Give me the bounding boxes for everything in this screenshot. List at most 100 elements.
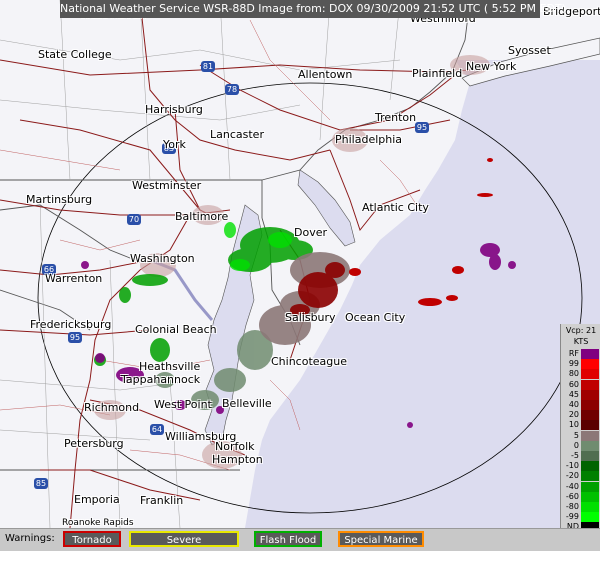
legend-mode: Vcp: 21	[565, 326, 597, 335]
legend-label: 80	[568, 369, 579, 379]
legend-row: -99	[561, 512, 600, 523]
velocity-legend: Vcp: 21 KTS RF 99 80 60 45 40 20 10 5 0 -5 -10 -20 -4…	[560, 324, 600, 533]
legend-row: 5	[561, 430, 600, 441]
legend-swatch	[581, 410, 599, 421]
legend-label: 60	[568, 379, 579, 389]
legend-label: 40	[568, 400, 579, 409]
legend-row: 20	[561, 410, 600, 421]
legend-swatch	[581, 451, 599, 461]
legend-swatch	[581, 491, 599, 502]
city-belleville: Belleville	[222, 397, 272, 410]
legend-row: 60	[561, 379, 600, 390]
city-allentown: Allentown	[298, 68, 353, 81]
legend-label: -40	[565, 481, 579, 491]
legend-swatch	[581, 420, 599, 431]
legend-row: RF	[561, 349, 600, 359]
legend-label: -99	[565, 512, 579, 522]
city-salisbury: Salisbury	[285, 311, 336, 324]
legend-row: -80	[561, 502, 600, 512]
city-new-york: New York	[466, 60, 517, 73]
legend-label: -20	[565, 471, 579, 481]
city-syosset: Syosset	[508, 44, 551, 57]
highway-shield-label: 85	[36, 479, 46, 488]
city-state-college: State College	[38, 48, 112, 61]
severe-thunderstorm-warning-button[interactable]: Severe Thunderstorm	[129, 531, 239, 562]
warnings-label: Warnings:	[5, 533, 55, 544]
highway-shield-label: 95	[70, 333, 80, 342]
legend-row: -40	[561, 481, 600, 492]
city-hampton: Hampton	[212, 453, 263, 466]
legend-swatch	[581, 481, 599, 492]
city-ocean-city: Ocean City	[345, 311, 406, 324]
legend-swatch	[581, 512, 599, 523]
legend-row: 10	[561, 420, 600, 431]
highway-shield-label: 70	[129, 215, 139, 224]
city-richmond: Richmond	[84, 401, 140, 414]
legend-label: 0	[573, 440, 579, 450]
legend-swatch	[581, 502, 599, 512]
city-washington: Washington	[130, 252, 195, 265]
city-york: York	[163, 138, 186, 151]
city-philadelphia: Philadelphia	[335, 133, 403, 146]
city-heathsville: Heathsville	[139, 360, 201, 373]
legend-label: -10	[565, 461, 579, 471]
legend-swatch	[581, 359, 599, 370]
city-plainfield: Plainfield	[412, 67, 463, 80]
legend-row: 0	[561, 440, 600, 451]
city-westminster: Westminster	[132, 179, 202, 192]
legend-label: 10	[568, 420, 579, 430]
legend-label: -5	[571, 451, 579, 460]
legend-row: 99	[561, 359, 600, 370]
legend-swatch	[581, 471, 599, 482]
legend-swatch	[581, 369, 599, 380]
radar-map: 81 78 95 83 70 66 95 64 85 West Haven We…	[0, 0, 600, 528]
legend-swatch	[581, 400, 599, 410]
legend-row: 80	[561, 369, 600, 380]
legend-label: -60	[565, 491, 579, 501]
city-petersburg: Petersburg	[64, 437, 124, 450]
legend-label: 45	[568, 389, 579, 399]
highway-shield-label: 81	[203, 62, 213, 71]
legend-swatch	[581, 430, 599, 441]
highway-shield-label: 64	[152, 425, 162, 434]
legend-swatch	[581, 461, 599, 472]
city-dover: Dover	[294, 226, 327, 239]
legend-row: 40	[561, 400, 600, 410]
flash-flood-warning-button[interactable]: Flash Flood	[254, 531, 322, 547]
legend-label: RF	[568, 349, 579, 358]
special-marine-warning-button[interactable]: Special Marine	[338, 531, 424, 547]
legend-row: -60	[561, 491, 600, 502]
tornado-warning-button[interactable]: Tornado	[63, 531, 121, 547]
legend-row: -5	[561, 451, 600, 461]
highway-shield-label: 78	[227, 85, 237, 94]
legend-label: -80	[565, 502, 579, 511]
legend-swatch	[581, 389, 599, 400]
city-warrenton: Warrenton	[45, 272, 103, 285]
city-harrisburg: Harrisburg	[145, 103, 203, 116]
legend-swatch	[581, 349, 599, 359]
city-trenton: Trenton	[375, 111, 417, 124]
legend-row: 45	[561, 389, 600, 400]
warnings-bar: Warnings: Tornado Severe Thunderstorm Fl…	[0, 528, 600, 562]
city-west-point: West Point	[154, 398, 212, 411]
legend-swatch	[581, 440, 599, 451]
city-emporia: Emporia	[74, 493, 120, 506]
highway-shield-label: 95	[417, 123, 427, 132]
city-norfolk: Norfolk	[215, 440, 255, 453]
city-baltimore: Baltimore	[175, 210, 229, 223]
city-atlantic-city: Atlantic City	[362, 201, 429, 214]
city-franklin: Franklin	[140, 494, 184, 507]
legend-label: 5	[573, 430, 579, 440]
city-fredericksburg: Fredericksburg	[30, 318, 112, 331]
legend-row: -20	[561, 471, 600, 482]
city-chincoteague: Chincoteague	[271, 355, 348, 368]
legend-label: 99	[568, 359, 579, 369]
legend-unit: KTS	[573, 337, 589, 346]
city-colonial-beach: Colonial Beach	[135, 323, 217, 336]
legend-swatch	[581, 379, 599, 390]
legend-row: -10	[561, 461, 600, 472]
city-lancaster: Lancaster	[210, 128, 264, 141]
city-tappahannock: Tappahannock	[121, 373, 201, 386]
legend-label: 20	[568, 410, 579, 420]
city-martinsburg: Martinsburg	[26, 193, 93, 206]
